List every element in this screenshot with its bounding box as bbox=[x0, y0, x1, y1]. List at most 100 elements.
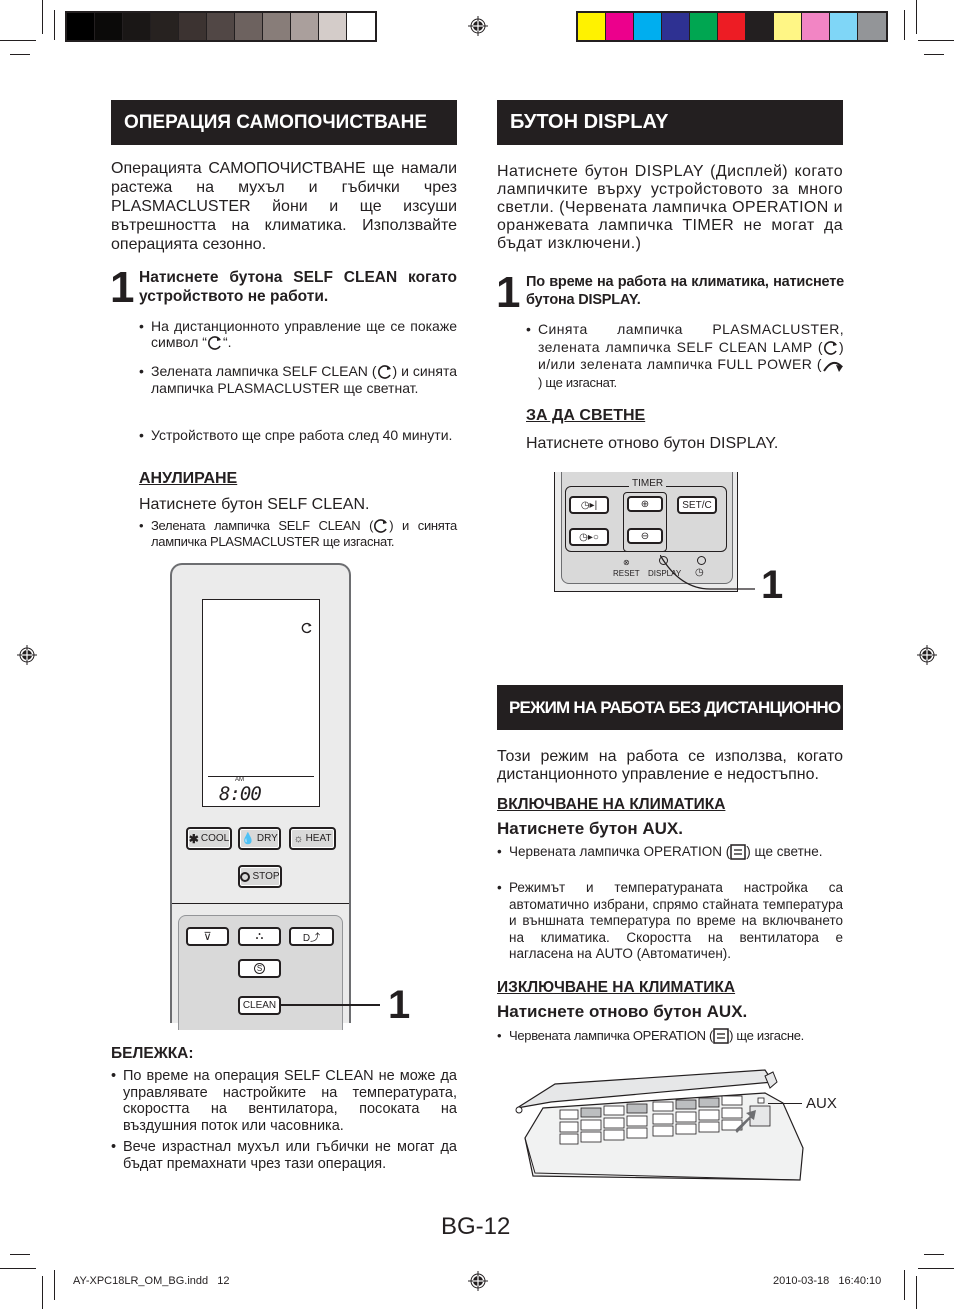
bullet-text: Устройството ще спре работа след 40 мину… bbox=[151, 427, 453, 443]
cool-button[interactable]: ✱ COOL bbox=[186, 827, 232, 850]
set-clear-button[interactable]: SET/C bbox=[677, 496, 717, 514]
callout-number: 1 bbox=[761, 563, 784, 607]
crop-mark bbox=[0, 40, 36, 41]
crop-mark bbox=[42, 0, 43, 34]
display-intro: Натиснете бутон DISPLAY (Дисплей) когато… bbox=[497, 163, 843, 252]
crop-mark bbox=[54, 10, 55, 40]
self-clean-icon bbox=[823, 340, 837, 355]
color-swatch bbox=[347, 13, 375, 40]
callout-line bbox=[660, 555, 755, 590]
plus-icon: ⊕ bbox=[640, 498, 650, 510]
dry-button[interactable]: 💧 DRY bbox=[238, 827, 281, 850]
cancel-heading: АНУЛИРАНЕ bbox=[139, 470, 238, 487]
page-number: BG-12 bbox=[441, 1213, 511, 1240]
lcd-time: 8:00 bbox=[219, 783, 262, 805]
bullet-item: Синята лампичка PLASMACLUSTER, зелената … bbox=[526, 321, 844, 391]
bullet-text: ) ще изгаснат. bbox=[538, 374, 617, 390]
timer-plus-button[interactable]: ⊕ bbox=[627, 496, 663, 512]
snowflake-icon: ✱ bbox=[188, 831, 199, 846]
timer-minus-button[interactable]: ⊖ bbox=[627, 528, 663, 544]
color-swatch bbox=[662, 13, 690, 40]
bullet-item: Червената лампичка OPERATION () ще изгас… bbox=[497, 1028, 843, 1044]
crop-mark bbox=[918, 40, 954, 41]
footer-timestamp: 2010-03-18 16:40:10 bbox=[773, 1275, 882, 1287]
registration-mark-icon bbox=[468, 16, 488, 36]
turn-on-ac-heading: ВКЛЮЧВАНЕ НА КЛИМАТИКА bbox=[497, 796, 726, 813]
color-calibration-bar bbox=[576, 11, 888, 42]
callout-line bbox=[768, 1103, 802, 1104]
gray-calibration-bar bbox=[65, 11, 377, 42]
droplet-icon: 💧 bbox=[241, 833, 255, 845]
step-instruction: Натиснете бутона SELF CLEAN когато устро… bbox=[139, 269, 457, 305]
airflow-button[interactable]: D⤴ bbox=[289, 927, 334, 946]
timer-on-button[interactable]: ◷▸| bbox=[569, 496, 609, 514]
color-swatch bbox=[830, 13, 858, 40]
button-label: DRY bbox=[256, 833, 278, 844]
section-title-self-clean: ОПЕРАЦИЯ САМОПОЧИСТВАНЕ bbox=[111, 100, 457, 145]
button-label: SET/C bbox=[682, 499, 712, 511]
remote-control-illustration: AM 8:00 ✱ COOL 💧 DRY ☼ HEAT STOP ⊽ ⛬ D⤴ S C… bbox=[170, 563, 351, 1030]
bullet-text: “. bbox=[222, 334, 232, 350]
footer-filename: AY-XPC18LR_OM_BG.indd 12 bbox=[73, 1275, 230, 1287]
bullet-item: Червената лампичка OPERATION () ще светн… bbox=[497, 843, 843, 860]
airflow-icon: D⤴ bbox=[302, 933, 321, 944]
crop-mark bbox=[924, 1254, 944, 1255]
color-swatch bbox=[690, 13, 718, 40]
color-swatch bbox=[207, 13, 235, 40]
section-title-no-remote: РЕЖИМ НА РАБОТА БЕЗ ДИСТАНЦИОННО bbox=[497, 685, 843, 730]
fan-button[interactable]: ⛬ bbox=[238, 927, 281, 946]
heat-button[interactable]: ☼ HEAT bbox=[289, 827, 336, 850]
lcd-divider bbox=[208, 776, 314, 777]
turn-off-ac-heading: ИЗКЛЮЧВАНЕ НА КЛИМАТИКА bbox=[497, 979, 736, 996]
button-label: HEAT bbox=[305, 833, 332, 844]
color-swatch bbox=[774, 13, 802, 40]
bullet-text: Зелената лампичка SELF CLEAN ( bbox=[151, 363, 377, 379]
crop-mark bbox=[904, 1270, 905, 1300]
bullet-text: Червената лампичка OPERATION ( bbox=[509, 844, 731, 859]
bullet-text: Зелената лампичка SELF CLEAN ( bbox=[151, 518, 374, 533]
self-clean-icon bbox=[377, 365, 391, 379]
color-swatch bbox=[634, 13, 662, 40]
self-clean-intro: Операцията САМОПОЧИСТВАНЕ ще намали раст… bbox=[111, 160, 457, 253]
crop-mark bbox=[54, 1270, 55, 1300]
crop-mark bbox=[904, 10, 905, 40]
color-swatch bbox=[802, 13, 830, 40]
remote-divider bbox=[172, 903, 349, 904]
step-number: 1 bbox=[496, 268, 521, 317]
crop-mark bbox=[42, 1276, 43, 1309]
crop-mark bbox=[10, 1254, 30, 1255]
bullet-item: Зелената лампичка SELF CLEAN () и синята… bbox=[139, 363, 457, 396]
operation-lamp-icon bbox=[730, 844, 747, 860]
button-label: STOP bbox=[252, 871, 280, 882]
callout-line bbox=[280, 1004, 380, 1006]
color-swatch bbox=[179, 13, 207, 40]
self-clean-button[interactable]: CLEAN bbox=[238, 996, 281, 1015]
button-label: COOL bbox=[200, 833, 230, 844]
stop-button[interactable]: STOP bbox=[238, 865, 282, 888]
crop-mark bbox=[916, 0, 917, 34]
reset-button[interactable]: ⊗ bbox=[623, 558, 630, 567]
turn-on-action: Натиснете бутон AUX. bbox=[497, 819, 683, 838]
color-swatch bbox=[95, 13, 123, 40]
bullet-text: ) ще изгасне. bbox=[729, 1028, 804, 1043]
bullet-item: Зелената лампичка SELF CLEAN () и синята… bbox=[139, 518, 457, 550]
clock-off-icon: ◷▸○ bbox=[579, 531, 599, 543]
timer-off-button[interactable]: ◷▸○ bbox=[569, 528, 609, 546]
turn-off-action: Натиснете отново бутон AUX. bbox=[497, 1002, 748, 1021]
bullet-item: Режимът и температураната настройка са а… bbox=[497, 880, 843, 963]
louver-swing-icon: ⊽ bbox=[203, 931, 212, 943]
registration-mark-icon bbox=[17, 645, 37, 665]
crop-mark bbox=[916, 1276, 917, 1309]
color-swatch bbox=[235, 13, 263, 40]
self-clean-icon bbox=[374, 519, 388, 533]
clock-on-icon: ◷▸| bbox=[580, 499, 598, 511]
fan-icon: ⛬ bbox=[255, 930, 264, 942]
color-swatch bbox=[718, 13, 746, 40]
plasmacluster-button[interactable]: S bbox=[238, 959, 281, 978]
sun-icon: ☼ bbox=[293, 832, 304, 845]
color-swatch bbox=[578, 13, 606, 40]
swing-button[interactable]: ⊽ bbox=[186, 927, 229, 946]
crop-mark bbox=[10, 54, 30, 55]
note-heading: БЕЛЕЖКА: bbox=[111, 1045, 194, 1062]
color-swatch bbox=[263, 13, 291, 40]
